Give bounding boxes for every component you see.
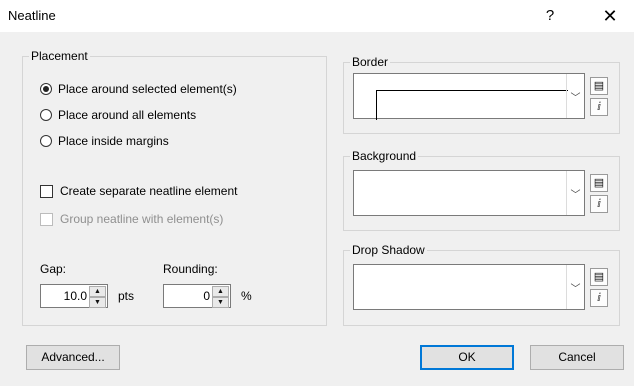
radio-label: Place around all elements	[58, 108, 197, 122]
help-button[interactable]: ?	[539, 5, 561, 27]
background-properties-button[interactable]: ⅈ	[590, 195, 608, 213]
gap-spinner[interactable]: 10.0 ▲ ▼	[40, 284, 108, 308]
checkbox-label: Create separate neatline element	[60, 184, 238, 198]
cancel-button[interactable]: Cancel	[530, 345, 624, 370]
spin-down-button[interactable]: ▼	[212, 297, 229, 308]
rounding-label: Rounding:	[163, 262, 218, 276]
drop-shadow-combo[interactable]: ﹀	[353, 264, 585, 310]
rounding-spinner[interactable]: 0 ▲ ▼	[163, 284, 231, 308]
gap-unit: pts	[118, 289, 135, 303]
radio-place-margins[interactable]: Place inside margins	[40, 134, 300, 150]
drop-shadow-group-label: Drop Shadow	[350, 243, 427, 257]
spin-up-button[interactable]: ▲	[212, 286, 229, 297]
checkbox-group-neatline[interactable]: Group neatline with element(s)	[40, 212, 310, 228]
radio-place-all[interactable]: Place around all elements	[40, 108, 300, 124]
rounding-unit: %	[241, 289, 252, 303]
window-title: Neatline	[8, 8, 56, 23]
radio-label: Place inside margins	[58, 134, 169, 148]
close-button[interactable]: ✕	[597, 5, 623, 27]
radio-label: Place around selected element(s)	[58, 82, 237, 96]
checkbox[interactable]	[40, 185, 53, 198]
drop-shadow-symbol-button[interactable]: ▤	[590, 268, 608, 286]
gap-spin-buttons: ▲ ▼	[89, 286, 106, 308]
border-symbol-button[interactable]: ▤	[590, 77, 608, 95]
radio-selected-dot	[43, 86, 49, 92]
placement-group-label: Placement	[29, 49, 90, 63]
dropdown-arrow-icon[interactable]: ﹀	[566, 74, 584, 118]
gap-value: 10.0	[63, 289, 87, 303]
radio-place-selected[interactable]: Place around selected element(s)	[40, 82, 300, 98]
border-properties-button[interactable]: ⅈ	[590, 98, 608, 116]
border-group-label: Border	[350, 55, 391, 69]
rounding-spin-buttons: ▲ ▼	[212, 286, 229, 308]
background-symbol-button[interactable]: ▤	[590, 174, 608, 192]
radio-button[interactable]	[40, 135, 52, 147]
ok-button[interactable]: OK	[420, 345, 514, 370]
spin-down-button[interactable]: ▼	[89, 297, 106, 308]
background-group-label: Background	[350, 149, 419, 163]
drop-shadow-properties-button[interactable]: ⅈ	[590, 289, 608, 307]
border-combo[interactable]: ﹀	[353, 73, 585, 120]
advanced-button[interactable]: Advanced...	[26, 345, 120, 370]
gap-label: Gap:	[40, 262, 67, 276]
radio-button[interactable]	[40, 83, 52, 95]
border-line-preview	[376, 90, 568, 120]
checkbox-separate-neatline[interactable]: Create separate neatline element	[40, 184, 310, 200]
checkbox-label: Group neatline with element(s)	[60, 212, 224, 226]
dropdown-arrow-icon[interactable]: ﹀	[566, 265, 584, 309]
dropdown-arrow-icon[interactable]: ﹀	[566, 171, 584, 215]
background-combo[interactable]: ﹀	[353, 170, 585, 216]
rounding-value: 0	[203, 289, 210, 303]
title-bar: Neatline ? ✕	[0, 0, 634, 32]
spin-up-button[interactable]: ▲	[89, 286, 106, 297]
radio-button[interactable]	[40, 109, 52, 121]
checkbox[interactable]	[40, 213, 53, 226]
